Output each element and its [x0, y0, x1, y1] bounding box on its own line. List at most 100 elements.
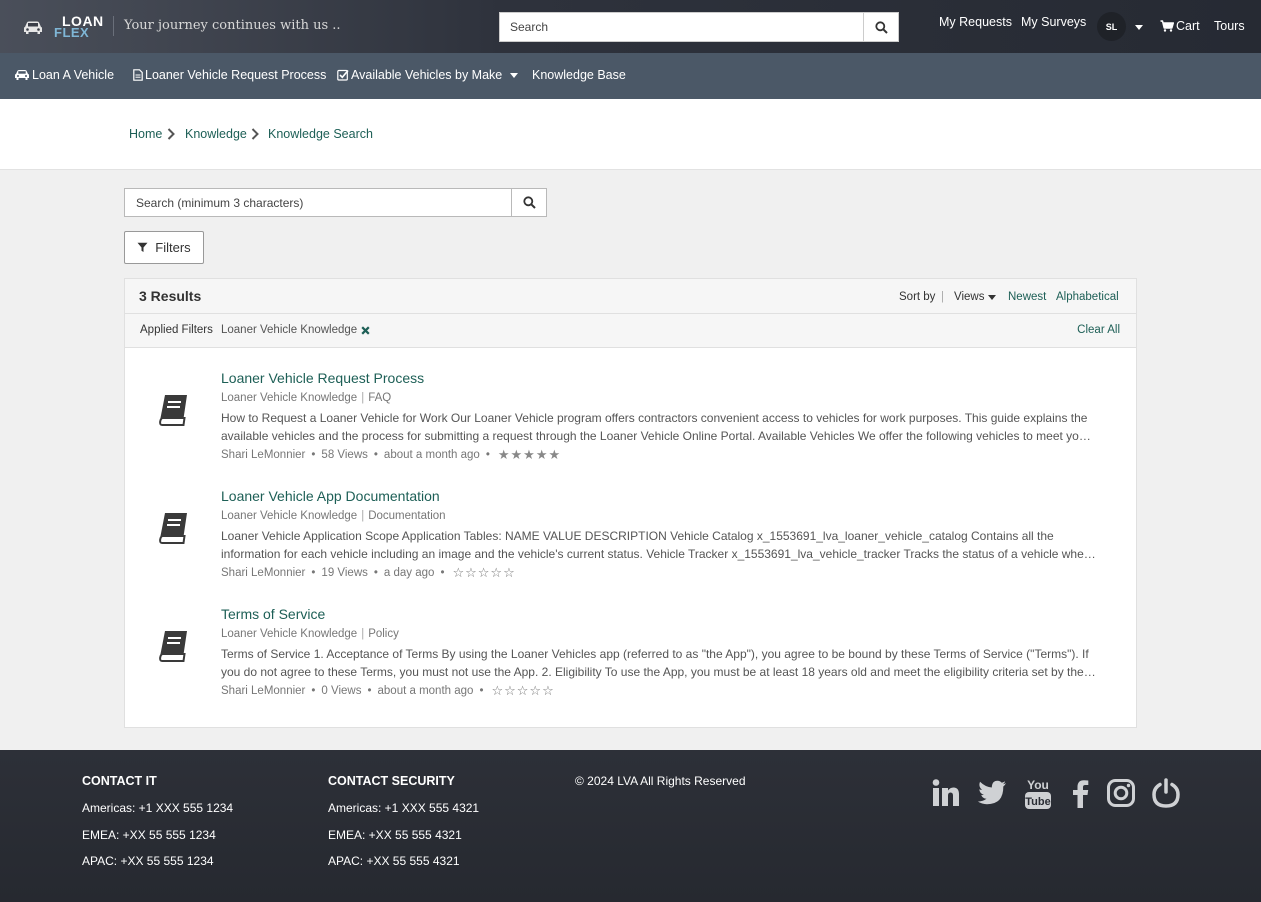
- nav-label: Available Vehicles by Make: [351, 68, 503, 82]
- car-logo-icon: [24, 21, 42, 34]
- logo[interactable]: LOAN FLEX: [18, 12, 108, 42]
- power-icon[interactable]: [1149, 776, 1183, 810]
- result-item: Terms of Service Loaner Vehicle Knowledg…: [125, 606, 1136, 716]
- result-kb: Loaner Vehicle Knowledge: [221, 628, 358, 640]
- svg-text:Tube: Tube: [1025, 796, 1050, 808]
- logo-text-bottom: FLEX: [54, 25, 90, 40]
- result-meta: Loaner Vehicle Knowledge | FAQ: [221, 392, 392, 404]
- kb-search-input[interactable]: [124, 188, 512, 217]
- facebook-icon[interactable]: [1063, 776, 1097, 810]
- tours-link[interactable]: Tours: [1214, 19, 1245, 33]
- top-header: LOAN FLEX Your journey continues with us…: [0, 0, 1261, 53]
- car-icon: [15, 70, 29, 80]
- nav-label: Loaner Vehicle Request Process: [145, 68, 327, 82]
- chevron-down-icon[interactable]: [1135, 25, 1143, 30]
- chevron-down-icon: [510, 72, 519, 78]
- result-snippet: How to Request a Loaner Vehicle for Work…: [221, 411, 1090, 443]
- nav-loaner-vehicle-request-process[interactable]: Loaner Vehicle Request Process: [133, 68, 326, 82]
- remove-filter-icon[interactable]: [361, 325, 370, 335]
- breadcrumb-knowledge[interactable]: Knowledge: [185, 127, 247, 141]
- result-snippet: Terms of Service 1. Acceptance of Terms …: [221, 647, 1089, 679]
- result-item: Loaner Vehicle Request Process Loaner Ve…: [125, 370, 1136, 480]
- result-updated: about a month ago: [377, 685, 474, 697]
- breadcrumb-home[interactable]: Home: [129, 127, 162, 141]
- nav-loan-a-vehicle[interactable]: Loan A Vehicle: [14, 68, 114, 82]
- twitter-icon[interactable]: [975, 776, 1009, 810]
- result-category: Policy: [368, 628, 399, 640]
- search-icon: [522, 196, 536, 209]
- nav-knowledge-base[interactable]: Knowledge Base: [532, 68, 626, 82]
- result-meta: Loaner Vehicle Knowledge | Documentation: [221, 510, 446, 522]
- result-kb: Loaner Vehicle Knowledge: [221, 510, 358, 522]
- sort-option-newest[interactable]: Newest: [1008, 291, 1046, 303]
- search-icon: [874, 20, 888, 34]
- filter-icon: [137, 242, 148, 252]
- result-item: Loaner Vehicle App Documentation Loaner …: [125, 488, 1136, 598]
- linkedin-icon[interactable]: [929, 776, 963, 810]
- book-icon: [159, 395, 187, 426]
- copyright: © 2024 LVA All Rights Reserved: [575, 774, 746, 788]
- result-title[interactable]: Loaner Vehicle Request Process: [221, 370, 424, 386]
- my-surveys-link[interactable]: My Surveys: [1021, 15, 1086, 29]
- clear-all-link[interactable]: Clear All: [1077, 324, 1120, 336]
- header-search-button[interactable]: [863, 12, 899, 42]
- results-count: 3 Results: [139, 288, 202, 304]
- result-title[interactable]: Loaner Vehicle App Documentation: [221, 488, 440, 504]
- contact-security-title: CONTACT SECURITY: [328, 774, 455, 788]
- result-author: Shari LeMonnier: [221, 449, 306, 461]
- nav-available-vehicles-by-make[interactable]: Available Vehicles by Make: [337, 68, 519, 82]
- breadcrumb-knowledge-search[interactable]: Knowledge Search: [268, 127, 373, 141]
- sort-divider: |: [941, 291, 944, 303]
- sort-option-alphabetical[interactable]: Alphabetical: [1056, 291, 1119, 303]
- nav-label: Knowledge Base: [532, 68, 626, 82]
- contact-security-line: Americas: +1 XXX 555 4321: [328, 801, 480, 815]
- results-panel: 3 Results Sort by | Views Newest Alphabe…: [124, 278, 1137, 728]
- applied-filters-label: Applied Filters: [140, 324, 213, 336]
- tagline: Your journey continues with us ..: [124, 18, 341, 33]
- contact-it-line: EMEA: +XX 55 555 1234: [82, 828, 216, 842]
- chevron-down-icon: [988, 294, 997, 300]
- sort-option-views[interactable]: Views: [954, 291, 997, 303]
- applied-filter-chip[interactable]: Loaner Vehicle Knowledge: [221, 324, 370, 336]
- avatar[interactable]: SL: [1097, 12, 1126, 41]
- result-meta: Loaner Vehicle Knowledge | Policy: [221, 628, 399, 640]
- chevron-right-icon: [251, 128, 259, 140]
- applied-filter-label: Loaner Vehicle Knowledge: [221, 324, 358, 336]
- sort-by-label: Sort by: [899, 291, 936, 303]
- breadcrumb: Home Knowledge Knowledge Search: [0, 99, 1261, 170]
- result-byline: Shari LeMonnier • 0 Views • about a month …: [221, 683, 555, 698]
- results-header: 3 Results Sort by | Views Newest Alphabe…: [125, 279, 1136, 314]
- result-views: 58 Views: [321, 449, 368, 461]
- kb-search-button[interactable]: [511, 188, 547, 217]
- footer: CONTACT IT Americas: +1 XXX 555 1234 EME…: [0, 750, 1261, 902]
- filters-button[interactable]: Filters: [124, 231, 204, 264]
- star-rating: ☆☆☆☆☆: [491, 683, 555, 698]
- result-byline: Shari LeMonnier • 19 Views • a day ago • ☆☆…: [221, 565, 516, 580]
- logo-divider: [113, 16, 114, 36]
- book-icon: [159, 513, 187, 544]
- result-author: Shari LeMonnier: [221, 685, 306, 697]
- result-title[interactable]: Terms of Service: [221, 606, 325, 622]
- contact-it-title: CONTACT IT: [82, 774, 157, 788]
- filters-label: Filters: [155, 240, 191, 255]
- result-kb: Loaner Vehicle Knowledge: [221, 392, 358, 404]
- instagram-icon[interactable]: [1104, 776, 1138, 810]
- sort-option-label: Views: [954, 291, 985, 303]
- star-rating: ★★★★★: [497, 447, 562, 462]
- result-category: FAQ: [368, 392, 392, 404]
- result-category: Documentation: [368, 510, 446, 522]
- result-views: 19 Views: [321, 567, 368, 579]
- secondary-nav: Loan A Vehicle Loaner Vehicle Request Pr…: [0, 53, 1261, 99]
- header-search-input[interactable]: [499, 12, 864, 42]
- applied-filters-bar: Applied Filters Loaner Vehicle Knowledge…: [125, 314, 1136, 348]
- cart-link[interactable]: Cart: [1160, 19, 1200, 33]
- contact-it-line: APAC: +XX 55 555 1234: [82, 854, 214, 868]
- chevron-right-icon: [167, 128, 175, 140]
- youtube-icon[interactable]: You Tube: [1021, 776, 1055, 810]
- svg-text:You: You: [1027, 778, 1049, 792]
- my-requests-link[interactable]: My Requests: [939, 15, 1012, 29]
- contact-security-line: APAC: +XX 55 555 4321: [328, 854, 460, 868]
- result-byline: Shari LeMonnier • 58 Views • about a month…: [221, 447, 562, 462]
- contact-it-line: Americas: +1 XXX 555 1234: [82, 801, 234, 815]
- cart-label: Cart: [1176, 19, 1200, 33]
